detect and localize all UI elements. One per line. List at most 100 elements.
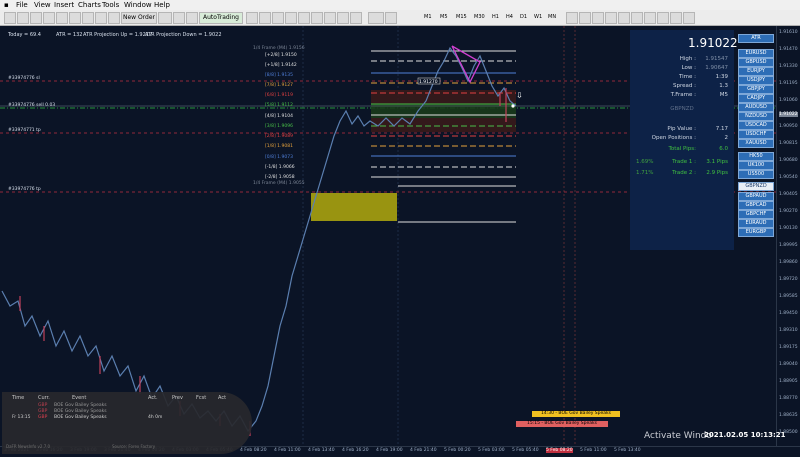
new-chart-icon[interactable] [4, 12, 16, 24]
symbol-button-gbpjpy[interactable]: GBPJPY [738, 85, 774, 94]
symbol-button-usdcad[interactable]: USDCAD [738, 121, 774, 130]
tf-w1[interactable]: W1 [534, 12, 542, 22]
price-tick: 1.91470 [779, 47, 798, 52]
cursor-icon[interactable] [566, 12, 578, 24]
symbol-button-euraud[interactable]: EURAUD [738, 219, 774, 228]
symbol-button-usdjpy[interactable]: USDJPY [738, 76, 774, 85]
symbol-button-nzdusd[interactable]: NZDUSD [738, 112, 774, 121]
murrey-level: [-2/8] 1.9058 [265, 175, 295, 180]
cal-header-fcst: Fcst [196, 395, 207, 401]
menu-help[interactable]: Help [154, 1, 170, 9]
tf-m15[interactable]: M15 [456, 12, 467, 22]
tf-mn[interactable]: MN [548, 12, 556, 22]
tf-h1[interactable]: H1 [492, 12, 499, 22]
cal-row-event[interactable]: BOE Gov Bailey Speaks [54, 409, 107, 414]
news-tag-1[interactable]: 14:30 - BOE Gov Bailey Speaks [532, 411, 620, 417]
price-tick: 1.90950 [779, 124, 798, 129]
cal-row-currency: GBP [38, 403, 48, 408]
current-price-tag: 1.91022 [779, 112, 798, 117]
candlestick-icon[interactable] [259, 12, 271, 24]
signals-icon[interactable] [186, 12, 198, 24]
price-tick: 1.88770 [779, 396, 798, 401]
price-tick: 1.88905 [779, 379, 798, 384]
tile-icon[interactable] [311, 12, 323, 24]
horizontal-line-icon[interactable] [605, 12, 617, 24]
menu-charts[interactable]: Charts [78, 1, 101, 9]
price-tick: 1.90680 [779, 158, 798, 163]
symbol-button-gbpaud[interactable]: GBPAUD [738, 192, 774, 201]
menu-view[interactable]: View [34, 1, 51, 9]
symbol-button-uk100[interactable]: UK100 [738, 161, 774, 170]
menu-insert[interactable]: Insert [54, 1, 74, 9]
sound-icon[interactable] [173, 12, 185, 24]
terminal-icon[interactable] [69, 12, 81, 24]
text-tool-icon[interactable] [657, 12, 669, 24]
channel-icon[interactable] [631, 12, 643, 24]
murrey-level: [4/8] 1.9104 [265, 114, 293, 119]
data-window-icon[interactable] [43, 12, 55, 24]
tf-m5[interactable]: M5 [440, 12, 448, 22]
profiles-icon[interactable] [17, 12, 29, 24]
bar-chart-icon[interactable] [246, 12, 258, 24]
crosshair-icon[interactable] [108, 12, 120, 24]
crosshair-tool-icon[interactable] [579, 12, 591, 24]
tile-windows-icon[interactable] [95, 12, 107, 24]
templates-icon[interactable] [385, 12, 397, 24]
autoscroll-icon[interactable] [324, 12, 336, 24]
murrey-level: [2/8] 1.9089 [265, 134, 293, 139]
line-chart-icon[interactable] [272, 12, 284, 24]
murrey-level: [8/8] 1.9135 [265, 73, 293, 78]
menu-window[interactable]: Window [124, 1, 152, 9]
cal-row-currency: GBP [38, 415, 48, 420]
arrows-icon[interactable] [683, 12, 695, 24]
tf-h4[interactable]: H4 [506, 12, 513, 22]
symbol-button-eurgbp[interactable]: EURGBP [738, 228, 774, 237]
cal-footer-right: Source: Forex Factory [112, 444, 156, 449]
menu-tools[interactable]: Tools [102, 1, 119, 9]
zoom-out-icon[interactable] [298, 12, 310, 24]
symbol-button-atr[interactable]: ATR [738, 34, 774, 43]
tf-m30[interactable]: M30 [474, 12, 485, 22]
symbol-button-xauusd[interactable]: XAUUSD [738, 139, 774, 148]
time-tick: 5 Feb 11:00 [580, 448, 607, 453]
chart-shift-icon[interactable] [337, 12, 349, 24]
symbol-button-audusd[interactable]: AUDUSD [738, 103, 774, 112]
menu-file[interactable]: File [16, 1, 28, 9]
symbol-button-gbpusd[interactable]: GBPUSD [738, 58, 774, 67]
symbol-button-cadjpy[interactable]: CADJPY [738, 94, 774, 103]
symbol-button-us500[interactable]: US500 [738, 170, 774, 179]
vertical-line-icon[interactable] [592, 12, 604, 24]
periods-icon[interactable] [368, 12, 384, 24]
autotrading-button[interactable]: AutoTrading [199, 12, 243, 24]
new-order-button[interactable]: New Order [121, 12, 157, 24]
price-tick: 1.88635 [779, 413, 798, 418]
murrey-level: [5/8] 1.9112 [265, 103, 293, 108]
symbol-button-hk50[interactable]: HK50 [738, 152, 774, 161]
price-tick: 1.91330 [779, 64, 798, 69]
symbol-button-gbpcad[interactable]: GBPCAD [738, 201, 774, 210]
fibonacci-icon[interactable] [644, 12, 656, 24]
symbol-button-eurjpy[interactable]: EURJPY [738, 67, 774, 76]
cal-header-actual: Act. [148, 395, 158, 401]
symbol-button-usdchf[interactable]: USDCHF [738, 130, 774, 139]
market-watch-icon[interactable] [30, 12, 42, 24]
price-tick: 1.90540 [779, 175, 798, 180]
cal-row-event[interactable]: BOE Gov Bailey Speaks [54, 403, 107, 408]
trendline-icon[interactable] [618, 12, 630, 24]
strategy-tester-icon[interactable] [82, 12, 94, 24]
symbol-button-eurusd[interactable]: EURUSD [738, 49, 774, 58]
symbol-button-gbpchf[interactable]: GBPCHF [738, 210, 774, 219]
metaeditor-icon[interactable] [158, 12, 172, 24]
cal-row-event[interactable]: BOE Gov Bailey Speaks [54, 415, 107, 420]
label-tool-icon[interactable] [670, 12, 682, 24]
time-tick: 4 Feb 08:20 [240, 448, 267, 453]
tf-m1[interactable]: M1 [424, 12, 432, 22]
navigator-icon[interactable] [56, 12, 68, 24]
news-tag-2[interactable]: 15:15 - BOE Gov Bailey Speaks [516, 421, 608, 427]
symbol-button-gbpnzd[interactable]: GBPNZD [738, 182, 774, 191]
zoom-in-icon[interactable] [285, 12, 297, 24]
indicators-icon[interactable] [350, 12, 362, 24]
price-tick: 1.89585 [779, 294, 798, 299]
time-tick: 4 Feb 13:40 [308, 448, 335, 453]
tf-d1[interactable]: D1 [520, 12, 527, 22]
